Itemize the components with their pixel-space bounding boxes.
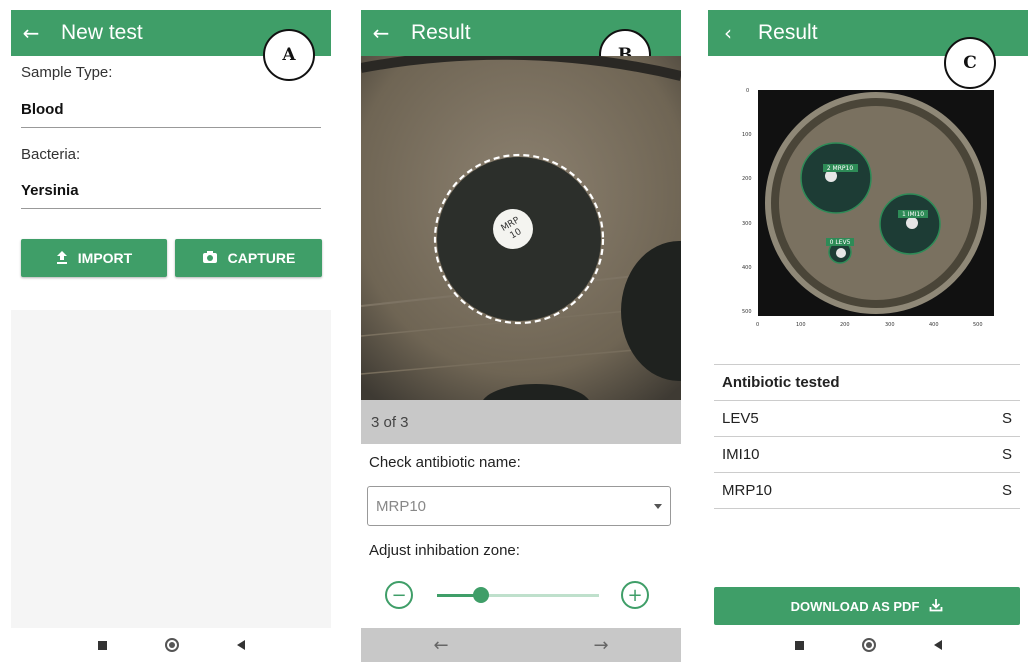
page-title: New test — [61, 21, 143, 44]
recents-icon[interactable] — [97, 640, 107, 650]
capture-button[interactable]: CAPTURE — [175, 239, 322, 277]
y-tick-label: 400 — [742, 265, 752, 271]
back-triangle-icon[interactable] — [933, 640, 942, 650]
download-icon — [929, 598, 943, 615]
bacteria-label: Bacteria: — [21, 146, 81, 163]
bacteria-field[interactable]: Yersinia — [21, 182, 79, 199]
phone-screen-result-adjust: ← Result B MRP 10 3 of 3 Check antibioti… — [361, 10, 681, 662]
slider-thumb[interactable] — [473, 587, 489, 603]
x-tick-label: 100 — [796, 322, 806, 328]
susceptibility-result: S — [1001, 482, 1012, 499]
antibiotic-select-value: MRP10 — [376, 497, 427, 515]
image-counter: 3 of 3 — [361, 400, 681, 444]
x-tick-label: 400 — [929, 322, 939, 328]
import-button[interactable]: IMPORT — [21, 239, 167, 277]
y-tick-label: 200 — [742, 176, 752, 182]
zone-slider[interactable] — [437, 587, 599, 603]
adjust-zone-label: Adjust inhibation zone: — [369, 542, 520, 559]
decrease-zone-button[interactable]: − — [385, 581, 413, 609]
minus-icon: − — [391, 584, 407, 606]
previous-arrow-icon[interactable]: ← — [433, 635, 448, 656]
chevron-left-icon[interactable]: ‹ — [708, 21, 748, 45]
susceptibility-result: S — [1001, 446, 1012, 463]
table-header-label: Antibiotic tested — [722, 374, 840, 391]
content-area — [11, 310, 331, 628]
sample-type-label: Sample Type: — [21, 64, 113, 81]
system-nav-bar — [11, 628, 331, 662]
import-button-label: IMPORT — [77, 250, 133, 266]
back-triangle-icon[interactable] — [236, 640, 245, 650]
system-nav-bar — [708, 628, 1028, 662]
download-pdf-label: DOWNLOAD AS PDF — [790, 598, 920, 614]
sample-type-field[interactable]: Blood — [21, 101, 64, 118]
table-row: LEV5 S — [714, 401, 1020, 437]
zone-label: 2 MRP10 — [827, 165, 854, 172]
increase-zone-button[interactable]: + — [621, 581, 649, 609]
table-row: IMI10 S — [714, 437, 1020, 473]
phone-screen-result-summary: ‹ Result C 2 MRP10 1 IMI10 0 LEV5 0 100 … — [708, 10, 1028, 662]
divider — [21, 127, 321, 128]
zone-label: 0 LEV5 — [830, 239, 851, 246]
petri-dish-photo: MRP 10 — [361, 56, 681, 400]
download-pdf-button[interactable]: DOWNLOAD AS PDF — [714, 587, 1020, 625]
back-arrow-icon[interactable]: ← — [361, 21, 401, 45]
divider — [21, 208, 321, 209]
panel-label-c: C — [944, 37, 996, 89]
x-tick-label: 300 — [885, 322, 895, 328]
next-arrow-icon[interactable]: → — [593, 635, 608, 656]
table-row: MRP10 S — [714, 473, 1020, 509]
susceptibility-result: S — [1001, 410, 1012, 427]
antibiotic-disc — [493, 209, 533, 249]
table-header: Antibiotic tested — [714, 365, 1020, 401]
image-nav-bar: ← → — [361, 628, 681, 662]
capture-button-label: CAPTURE — [227, 250, 296, 266]
recents-icon[interactable] — [794, 640, 804, 650]
annotated-plate-plot: 2 MRP10 1 IMI10 0 LEV5 0 100 200 300 400… — [742, 88, 994, 328]
upload-icon — [56, 250, 68, 267]
y-tick-label: 300 — [742, 221, 752, 227]
antibiotic-name: MRP10 — [722, 482, 773, 499]
x-tick-label: 500 — [973, 322, 983, 328]
y-tick-label: 100 — [742, 132, 752, 138]
back-arrow-icon[interactable]: ← — [11, 21, 51, 45]
antibiotic-select[interactable]: MRP10 — [367, 486, 671, 526]
home-icon[interactable] — [861, 638, 876, 652]
results-table: Antibiotic tested LEV5 S IMI10 S MRP10 S — [714, 364, 1020, 509]
y-tick-label: 500 — [742, 309, 752, 315]
plus-icon: + — [627, 584, 643, 606]
dropdown-caret-icon — [654, 504, 662, 509]
x-tick-label: 200 — [840, 322, 850, 328]
page-title: Result — [411, 21, 471, 44]
check-antibiotic-label: Check antibiotic name: — [369, 454, 521, 471]
zone-label: 1 IMI10 — [902, 211, 924, 218]
home-icon[interactable] — [164, 638, 179, 652]
x-tick-label: 0 — [756, 322, 759, 328]
y-tick-label: 0 — [746, 88, 749, 94]
phone-screen-new-test: ← New test A Sample Type: Blood Bacteria… — [11, 10, 331, 662]
page-title: Result — [758, 21, 818, 44]
panel-label-a: A — [263, 29, 315, 81]
camera-icon — [202, 250, 218, 267]
antibiotic-name: IMI10 — [722, 446, 760, 463]
antibiotic-name: LEV5 — [722, 410, 759, 427]
